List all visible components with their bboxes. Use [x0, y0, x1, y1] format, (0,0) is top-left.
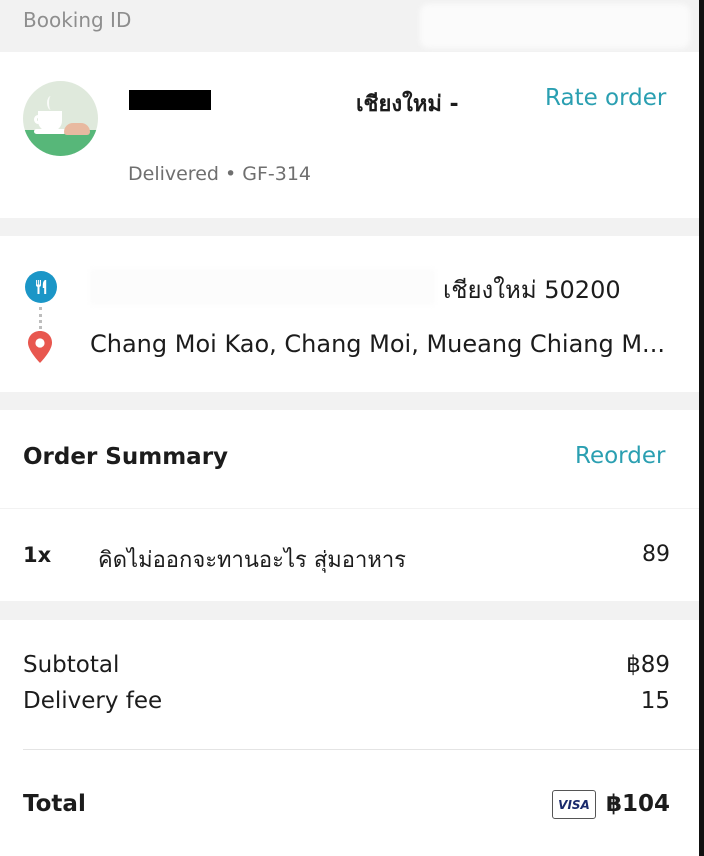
totals-divider: [23, 749, 699, 750]
order-summary-title: Order Summary: [23, 444, 229, 470]
order-item-row: 1x คิดไม่ออกจะทานอะไร สุ่มอาหาร 89: [0, 509, 699, 601]
totals-card: Subtotal ฿89 Delivery fee 15 Total VISA …: [0, 620, 699, 856]
order-status: Delivered • GF-314: [128, 163, 312, 185]
merchant-city: เชียงใหม่ -: [356, 92, 459, 117]
visa-card-icon: VISA: [552, 790, 596, 819]
total-value: ฿104: [605, 791, 670, 817]
order-detail-screen: Booking ID เชียงใหม่ - Rate order Delive…: [0, 0, 699, 856]
delivery-fee-label: Delivery fee: [23, 688, 163, 714]
pickup-address: เชียงใหม่ 50200: [443, 276, 621, 304]
rate-order-button[interactable]: Rate order: [545, 85, 666, 111]
pickup-address-redacted: [90, 269, 435, 305]
utensils-icon: [25, 271, 57, 303]
order-summary-header: Order Summary Reorder: [0, 410, 699, 508]
reorder-button[interactable]: Reorder: [575, 443, 665, 469]
booking-id-redacted: [420, 4, 690, 48]
merchant-name-redacted: [129, 90, 211, 110]
delivery-fee-value: 15: [640, 688, 670, 714]
booking-id-label: Booking ID: [23, 8, 132, 32]
booking-header: Booking ID: [0, 0, 699, 50]
total-label: Total: [23, 791, 86, 817]
screen-edge: [699, 0, 704, 856]
merchant-card: เชียงใหม่ - Rate order Delivered • GF-31…: [0, 52, 699, 218]
item-quantity: 1x: [23, 543, 52, 567]
subtotal-value: ฿89: [626, 652, 670, 678]
merchant-avatar: [23, 81, 98, 156]
route-connector: [39, 307, 42, 329]
route-card: เชียงใหม่ 50200 Chang Moi Kao, Chang Moi…: [0, 236, 699, 392]
dropoff-address: Chang Moi Kao, Chang Moi, Mueang Chiang …: [90, 330, 665, 358]
item-name: คิดไม่ออกจะทานอะไร สุ่มอาหาร: [98, 548, 406, 573]
location-pin-icon: [26, 330, 54, 364]
subtotal-label: Subtotal: [23, 652, 120, 678]
item-price: 89: [642, 542, 670, 567]
